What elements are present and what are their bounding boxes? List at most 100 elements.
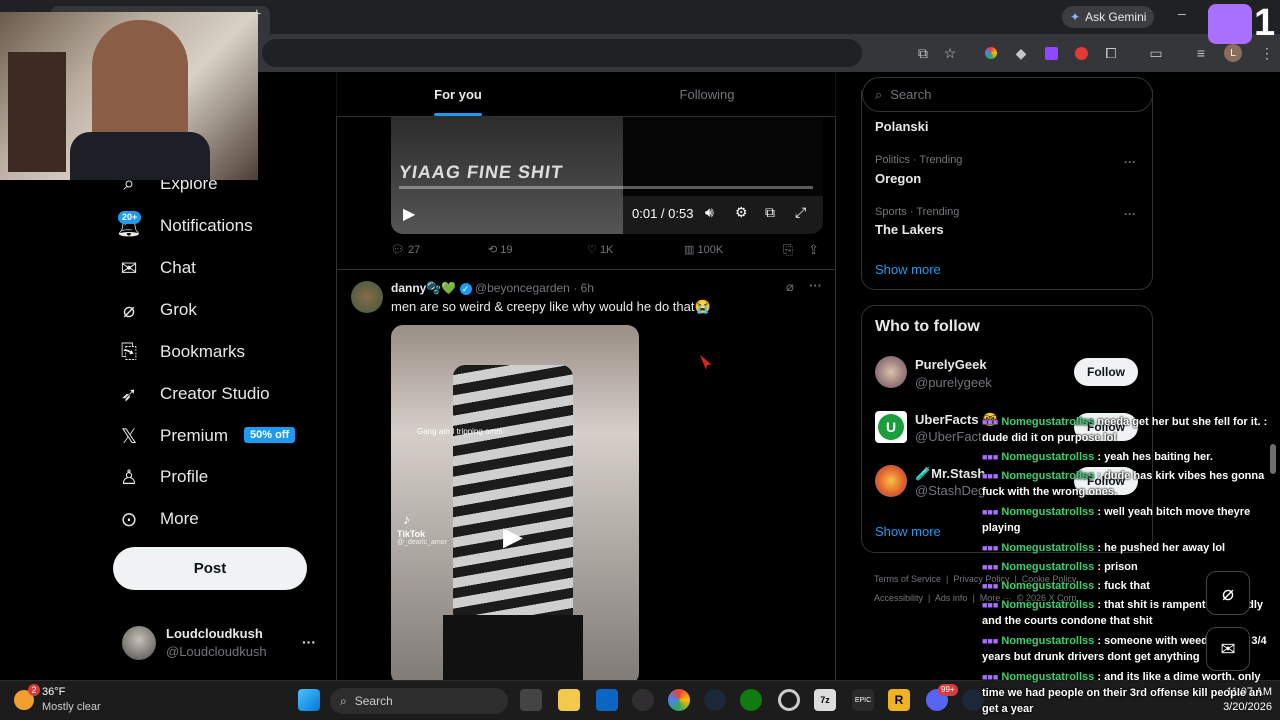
ask-gemini-button[interactable]: ✦ Ask Gemini (1062, 6, 1154, 28)
account-switcher[interactable]: Loudcloudkush @Loudcloudkush ··· (116, 622, 324, 666)
7zip-icon[interactable]: 7z (814, 689, 836, 711)
extension-red-icon[interactable] (1072, 44, 1090, 62)
nav-grok[interactable]: ⌀ Grok (116, 290, 197, 330)
play-icon[interactable]: ▶ (503, 521, 523, 552)
suggestion-avatar[interactable] (875, 465, 907, 497)
obs-icon[interactable] (632, 689, 654, 711)
taskbar-search[interactable]: ⌕ Search (330, 688, 508, 714)
weather-temp: 36°F (42, 686, 66, 698)
chat-message: ■■■ Nomegustatrollss : well yeah bitch m… (982, 504, 1278, 536)
more-circle-icon: ⊙ (120, 508, 138, 531)
bookmark-icon: ⎘ (121, 340, 137, 363)
task-view-icon[interactable] (520, 689, 542, 711)
play-icon[interactable]: ▶ (403, 204, 415, 224)
chat-message: ■■■ Nomegustatrollss : and its like a di… (982, 669, 1278, 717)
trend-name[interactable]: Polanski (875, 119, 928, 134)
tab-following[interactable]: Following (584, 72, 830, 117)
steam-tray-icon[interactable] (962, 689, 984, 711)
suggestion-avatar[interactable] (875, 356, 907, 388)
twitch-logo-icon (1208, 4, 1252, 44)
chat-username: Nomegustatrollss (1001, 542, 1095, 554)
video-frame-right (623, 116, 823, 196)
nav-chat[interactable]: ✉ Chat (116, 248, 196, 288)
grok-post-icon[interactable]: ⌀ (786, 279, 794, 295)
extension-color-icon[interactable] (982, 44, 1000, 62)
extension-twitch-icon[interactable] (1042, 44, 1060, 62)
tab-for-you[interactable]: For you (336, 72, 580, 117)
trend-more-icon[interactable]: ··· (1124, 207, 1136, 221)
suggestion-name[interactable]: PurelyGeek (915, 357, 987, 372)
trend-more-icon[interactable]: ··· (1124, 155, 1136, 169)
address-bar[interactable] (262, 39, 862, 67)
rockstar-icon[interactable]: R (888, 689, 910, 711)
post-author[interactable]: danny🫧💚 ✓ @beyoncegarden · 6h (391, 281, 594, 295)
settings-icon[interactable]: ⚙ (735, 204, 748, 221)
extension-diamond-icon[interactable]: ◆ (1012, 44, 1030, 62)
show-more-link[interactable]: Show more (875, 524, 941, 539)
grok-float-icon[interactable]: ⌀ (1206, 571, 1250, 615)
video-progress-track[interactable] (399, 186, 813, 189)
footer-link[interactable]: Terms of Service (874, 574, 941, 584)
messages-float-icon[interactable]: ✉ (1206, 627, 1250, 671)
ask-gemini-label: Ask Gemini (1085, 10, 1147, 24)
rocket-icon: ➶ (120, 383, 138, 406)
steam-icon[interactable] (704, 689, 726, 711)
nav-bookmarks[interactable]: ⎘ Bookmarks (116, 332, 245, 372)
extensions-puzzle-icon[interactable]: ⧠ (1102, 44, 1120, 62)
install-app-icon[interactable]: ⧉ (914, 44, 932, 62)
weather-widget[interactable]: 2 36°F Mostly clear (14, 684, 124, 718)
chat-badges-icon: ■■■ (982, 507, 999, 517)
fullscreen-icon[interactable]: ⤢ (795, 204, 806, 221)
app-ring-icon[interactable] (778, 689, 800, 711)
twitch-viewer-count: 1 (1254, 2, 1276, 44)
post-video[interactable]: Gang am I tripping omm ♪ TikTok @_dearlc… (391, 325, 639, 685)
like-action[interactable]: ♡ 1K (587, 243, 613, 256)
post-button[interactable]: Post (113, 547, 307, 590)
minimize-button[interactable]: – (1178, 6, 1192, 22)
post-author-name: danny🫧💚 (391, 281, 457, 295)
chrome-icon[interactable] (668, 689, 690, 711)
suggestion-avatar[interactable]: U (875, 411, 907, 443)
profile-avatar[interactable]: L (1224, 44, 1242, 62)
share-icon[interactable]: ⇪ (808, 242, 819, 258)
chrome-menu-icon[interactable]: ⋮ (1258, 44, 1276, 62)
file-explorer-icon[interactable] (558, 689, 580, 711)
repost-action[interactable]: ⟲ 19 (488, 243, 513, 256)
epic-games-icon[interactable]: EPIC (852, 689, 874, 711)
footer-separator: | (946, 574, 949, 584)
windows-start-icon[interactable] (298, 689, 320, 711)
bookmark-action-icon[interactable]: ⎘ (783, 242, 793, 258)
trend-name[interactable]: Oregon (875, 171, 921, 186)
post-more-icon[interactable]: ··· (809, 278, 822, 293)
suggestion-name[interactable]: 🧪Mr.Stash (915, 466, 985, 482)
app-icon[interactable] (596, 689, 618, 711)
nav-more[interactable]: ⊙ More (116, 499, 199, 539)
avatar (122, 626, 156, 660)
chat-text: : yeah hes baiting her. (1097, 451, 1213, 463)
tiktok-handle: @_dearlc_amor (397, 539, 447, 546)
split-view-icon[interactable]: ▭ (1147, 44, 1165, 62)
xbox-icon[interactable] (740, 689, 762, 711)
tab-label: For you (434, 87, 482, 102)
nav-label: Bookmarks (160, 342, 246, 361)
views-action[interactable]: ▥ 100K (684, 243, 723, 256)
show-more-link[interactable]: Show more (875, 262, 941, 277)
nav-creator-studio[interactable]: ➶ Creator Studio (116, 374, 270, 414)
volume-icon[interactable]: 🔊︎ (705, 204, 714, 221)
pip-icon[interactable]: ⧉ (765, 204, 775, 221)
follow-button[interactable]: Follow (1074, 358, 1138, 386)
webcam-shirt (70, 132, 210, 180)
reading-list-icon[interactable]: ≡ (1192, 44, 1210, 62)
nav-premium[interactable]: 𝕏 Premium (116, 416, 228, 456)
tiktok-label: TikTok (397, 529, 426, 539)
footer-link[interactable]: Ads info (935, 593, 968, 603)
bookmark-star-icon[interactable]: ☆ (941, 44, 959, 62)
chat-username: Nomegustatrollss (1001, 451, 1095, 463)
trend-name[interactable]: The Lakers (875, 222, 944, 237)
video-player[interactable]: YIAAG FINE SHIT ▶ 0:01 / 0:53 🔊︎ ⚙ ⧉ ⤢ (391, 116, 823, 234)
post-avatar[interactable] (351, 281, 383, 313)
reply-action[interactable]: 💬︎ 27 (391, 243, 420, 256)
footer-link[interactable]: Accessibility (874, 593, 923, 603)
nav-profile[interactable]: ♙ Profile (116, 457, 208, 497)
page-scrollbar[interactable] (1270, 444, 1276, 474)
